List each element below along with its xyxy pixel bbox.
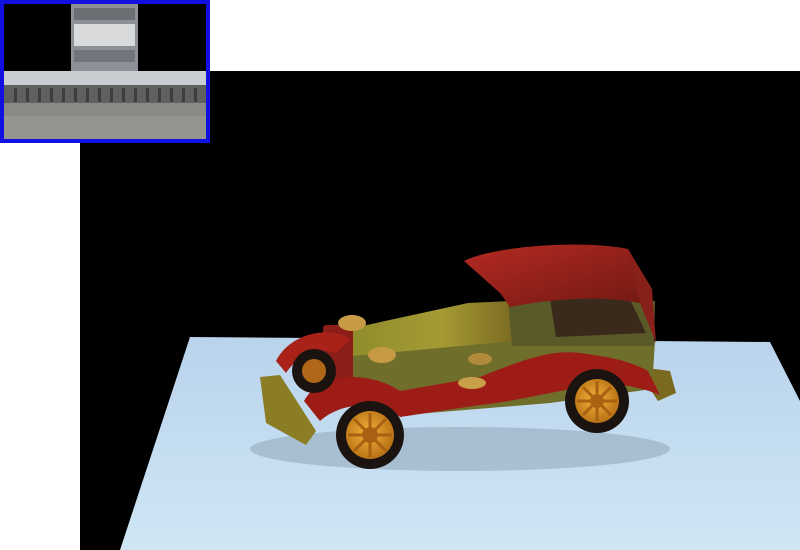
side-lamp: [468, 353, 492, 365]
rear-wheel: [565, 369, 629, 433]
headlight-left: [338, 315, 366, 331]
headlight-right: [368, 347, 396, 363]
environment-map-canvas: [4, 4, 206, 139]
front-wheel: [336, 401, 404, 469]
roof: [464, 244, 652, 307]
rear-back-wheel-hub: [302, 359, 326, 383]
environment-map-thumbnail: [0, 0, 210, 143]
door-knob: [458, 377, 486, 389]
